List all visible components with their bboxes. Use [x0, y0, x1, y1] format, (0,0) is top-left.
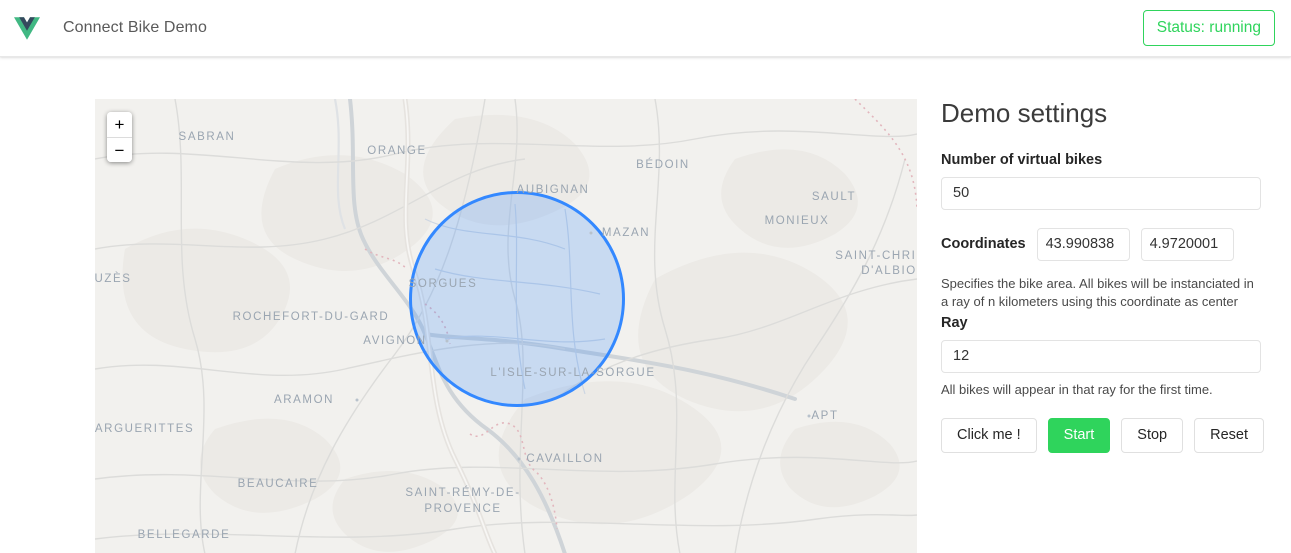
zoom-out-button[interactable]: −	[107, 137, 132, 162]
map-city-dot	[445, 339, 449, 343]
map-city-dot	[589, 231, 593, 235]
zoom-in-button[interactable]: +	[107, 112, 132, 137]
longitude-input[interactable]	[1140, 227, 1234, 261]
map-city-dot	[355, 398, 359, 402]
coordinates-helper-text: Specifies the bike area. All bikes will …	[941, 275, 1254, 309]
ray-input-wrapper	[941, 339, 1261, 373]
bikes-count-input[interactable]	[941, 176, 1261, 210]
settings-title: Demo settings	[941, 98, 1108, 128]
action-buttons-row: Click me ! Start Stop Reset	[941, 417, 1265, 454]
stop-button[interactable]: Stop	[1121, 417, 1184, 454]
click-me-button[interactable]: Click me !	[941, 417, 1037, 454]
latitude-input[interactable]	[1036, 227, 1130, 261]
coordinates-row: Coordinates	[941, 227, 1261, 261]
ray-helper-text: All bikes will appear in that ray for th…	[941, 381, 1213, 397]
map-zoom-control[interactable]: + −	[107, 112, 132, 162]
vue-logo-icon	[10, 11, 44, 45]
app-header: Connect Bike Demo Status: running	[0, 0, 1291, 57]
ray-input[interactable]	[941, 339, 1261, 373]
map-tiles	[95, 99, 917, 553]
start-button[interactable]: Start	[1047, 417, 1111, 454]
demo-settings-panel: Demo settings Number of virtual bikes Co…	[941, 98, 1265, 454]
app-title: Connect Bike Demo	[63, 19, 207, 36]
coordinates-label: Coordinates	[941, 236, 1026, 253]
status-badge: Status: running	[1142, 9, 1275, 47]
page-body: SABRAN ORANGE BÉDOIN AUBIGNAN SAULT MAZA…	[0, 57, 1291, 553]
bikes-count-label: Number of virtual bikes	[941, 151, 1103, 168]
reset-button[interactable]: Reset	[1194, 417, 1265, 454]
map-city-dot	[807, 414, 811, 418]
map-container[interactable]: SABRAN ORANGE BÉDOIN AUBIGNAN SAULT MAZA…	[95, 99, 917, 553]
map-city-dot	[517, 457, 521, 461]
ray-label: Ray	[941, 314, 968, 331]
